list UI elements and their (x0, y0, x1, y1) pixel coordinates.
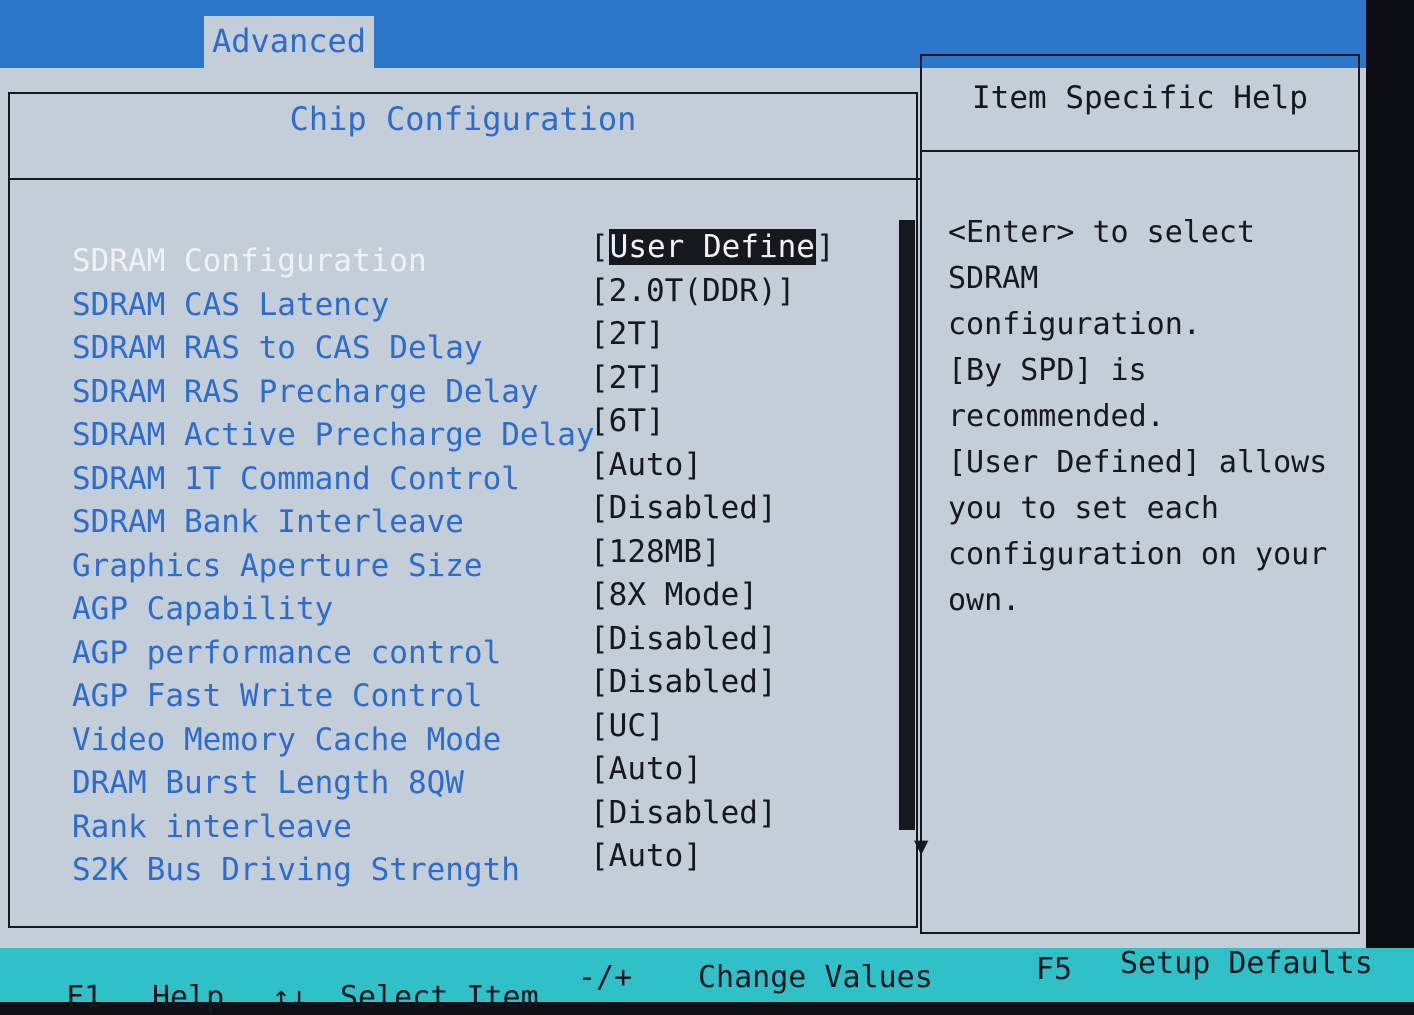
setting-label-video-memory-cache-mode[interactable]: Video Memory Cache Mode (72, 719, 595, 763)
scroll-down-arrow-icon[interactable]: ▼ (914, 832, 928, 860)
setting-label-ras-precharge-delay[interactable]: SDRAM RAS Precharge Delay (72, 371, 595, 415)
help-title: Item Specific Help (972, 80, 1308, 116)
setting-label-active-precharge-delay[interactable]: SDRAM Active Precharge Delay (72, 414, 595, 458)
settings-labels: SDRAM Configuration SDRAM CAS Latency SD… (72, 240, 595, 893)
setting-label-ras-to-cas-delay[interactable]: SDRAM RAS to CAS Delay (72, 327, 595, 371)
change-values-label: Change Values (698, 960, 933, 995)
divider (920, 150, 1360, 152)
setting-label-sdram-cas-latency[interactable]: SDRAM CAS Latency (72, 284, 595, 328)
setting-label-agp-fast-write-control[interactable]: AGP Fast Write Control (72, 675, 595, 719)
setting-value-agp-performance-control[interactable]: [Disabled] (590, 618, 835, 662)
help-text: <Enter> to select SDRAM configuration. [… (948, 210, 1358, 624)
help-line: you to set each (948, 491, 1219, 526)
setting-value-bank-interleave[interactable]: [Disabled] (590, 487, 835, 531)
help-line: own. (948, 583, 1021, 618)
setup-defaults-label: Setup Defaults (1120, 946, 1373, 981)
help-line: configuration on your (948, 537, 1328, 572)
setting-value-video-memory-cache-mode[interactable]: [UC] (590, 705, 835, 749)
help-line: [User Defined] allows (948, 445, 1328, 480)
setting-value-agp-fast-write-control[interactable]: [Disabled] (590, 661, 835, 705)
help-line: <Enter> to select SDRAM (948, 215, 1274, 296)
setting-value-1t-command-control[interactable]: [Auto] (590, 444, 835, 488)
setting-value-sdram-cas-latency[interactable]: [2.0T(DDR)] (590, 270, 835, 314)
setting-value-ras-to-cas-delay[interactable]: [2T] (590, 313, 835, 357)
setting-label-dram-burst-length[interactable]: DRAM Burst Length 8QW (72, 762, 595, 806)
change-values-key: -/+ (578, 960, 633, 995)
setting-value-s2k-bus-driving-strength[interactable]: [Auto] (590, 835, 835, 879)
help-line: configuration. (948, 307, 1201, 342)
setting-label-rank-interleave[interactable]: Rank interleave (72, 806, 595, 850)
setting-label-1t-command-control[interactable]: SDRAM 1T Command Control (72, 458, 595, 502)
setting-label-sdram-configuration[interactable]: SDRAM Configuration (72, 240, 595, 284)
settings-values: [User Define] [2.0T(DDR)] [2T] [2T] [6T]… (590, 226, 835, 879)
setting-value-ras-precharge-delay[interactable]: [2T] (590, 357, 835, 401)
setting-value-sdram-configuration[interactable]: [User Define] (590, 226, 835, 270)
scrollbar[interactable] (899, 220, 915, 830)
setting-label-agp-performance-control[interactable]: AGP performance control (72, 632, 595, 676)
setting-label-s2k-bus-driving-strength[interactable]: S2K Bus Driving Strength (72, 849, 595, 893)
selected-value-highlight[interactable]: User Define (608, 229, 816, 265)
help-line: [By SPD] is recommended. (948, 353, 1165, 434)
divider (8, 178, 920, 180)
setting-label-bank-interleave[interactable]: SDRAM Bank Interleave (72, 501, 595, 545)
page-title: Chip Configuration (289, 100, 637, 138)
help-label: Help (152, 980, 225, 1015)
setting-value-active-precharge-delay[interactable]: [6T] (590, 400, 835, 444)
setting-value-agp-capability[interactable]: [8X Mode] (590, 574, 835, 618)
tab-advanced[interactable]: Advanced (204, 16, 374, 68)
setting-value-rank-interleave[interactable]: [Disabled] (590, 792, 835, 836)
help-key: F1 (66, 980, 103, 1015)
setting-label-graphics-aperture-size[interactable]: Graphics Aperture Size (72, 545, 595, 589)
setting-label-agp-capability[interactable]: AGP Capability (72, 588, 595, 632)
monitor-bezel (1366, 0, 1414, 1002)
bios-screen: Advanced Chip Configuration Item Specifi… (0, 0, 1414, 1015)
setting-value-dram-burst-length[interactable]: [Auto] (590, 748, 835, 792)
setting-value-graphics-aperture-size[interactable]: [128MB] (590, 531, 835, 575)
select-item-key: ↑↓ (272, 980, 309, 1015)
select-item-label: Select Item (340, 980, 539, 1015)
setup-defaults-key: F5 (1036, 952, 1073, 987)
